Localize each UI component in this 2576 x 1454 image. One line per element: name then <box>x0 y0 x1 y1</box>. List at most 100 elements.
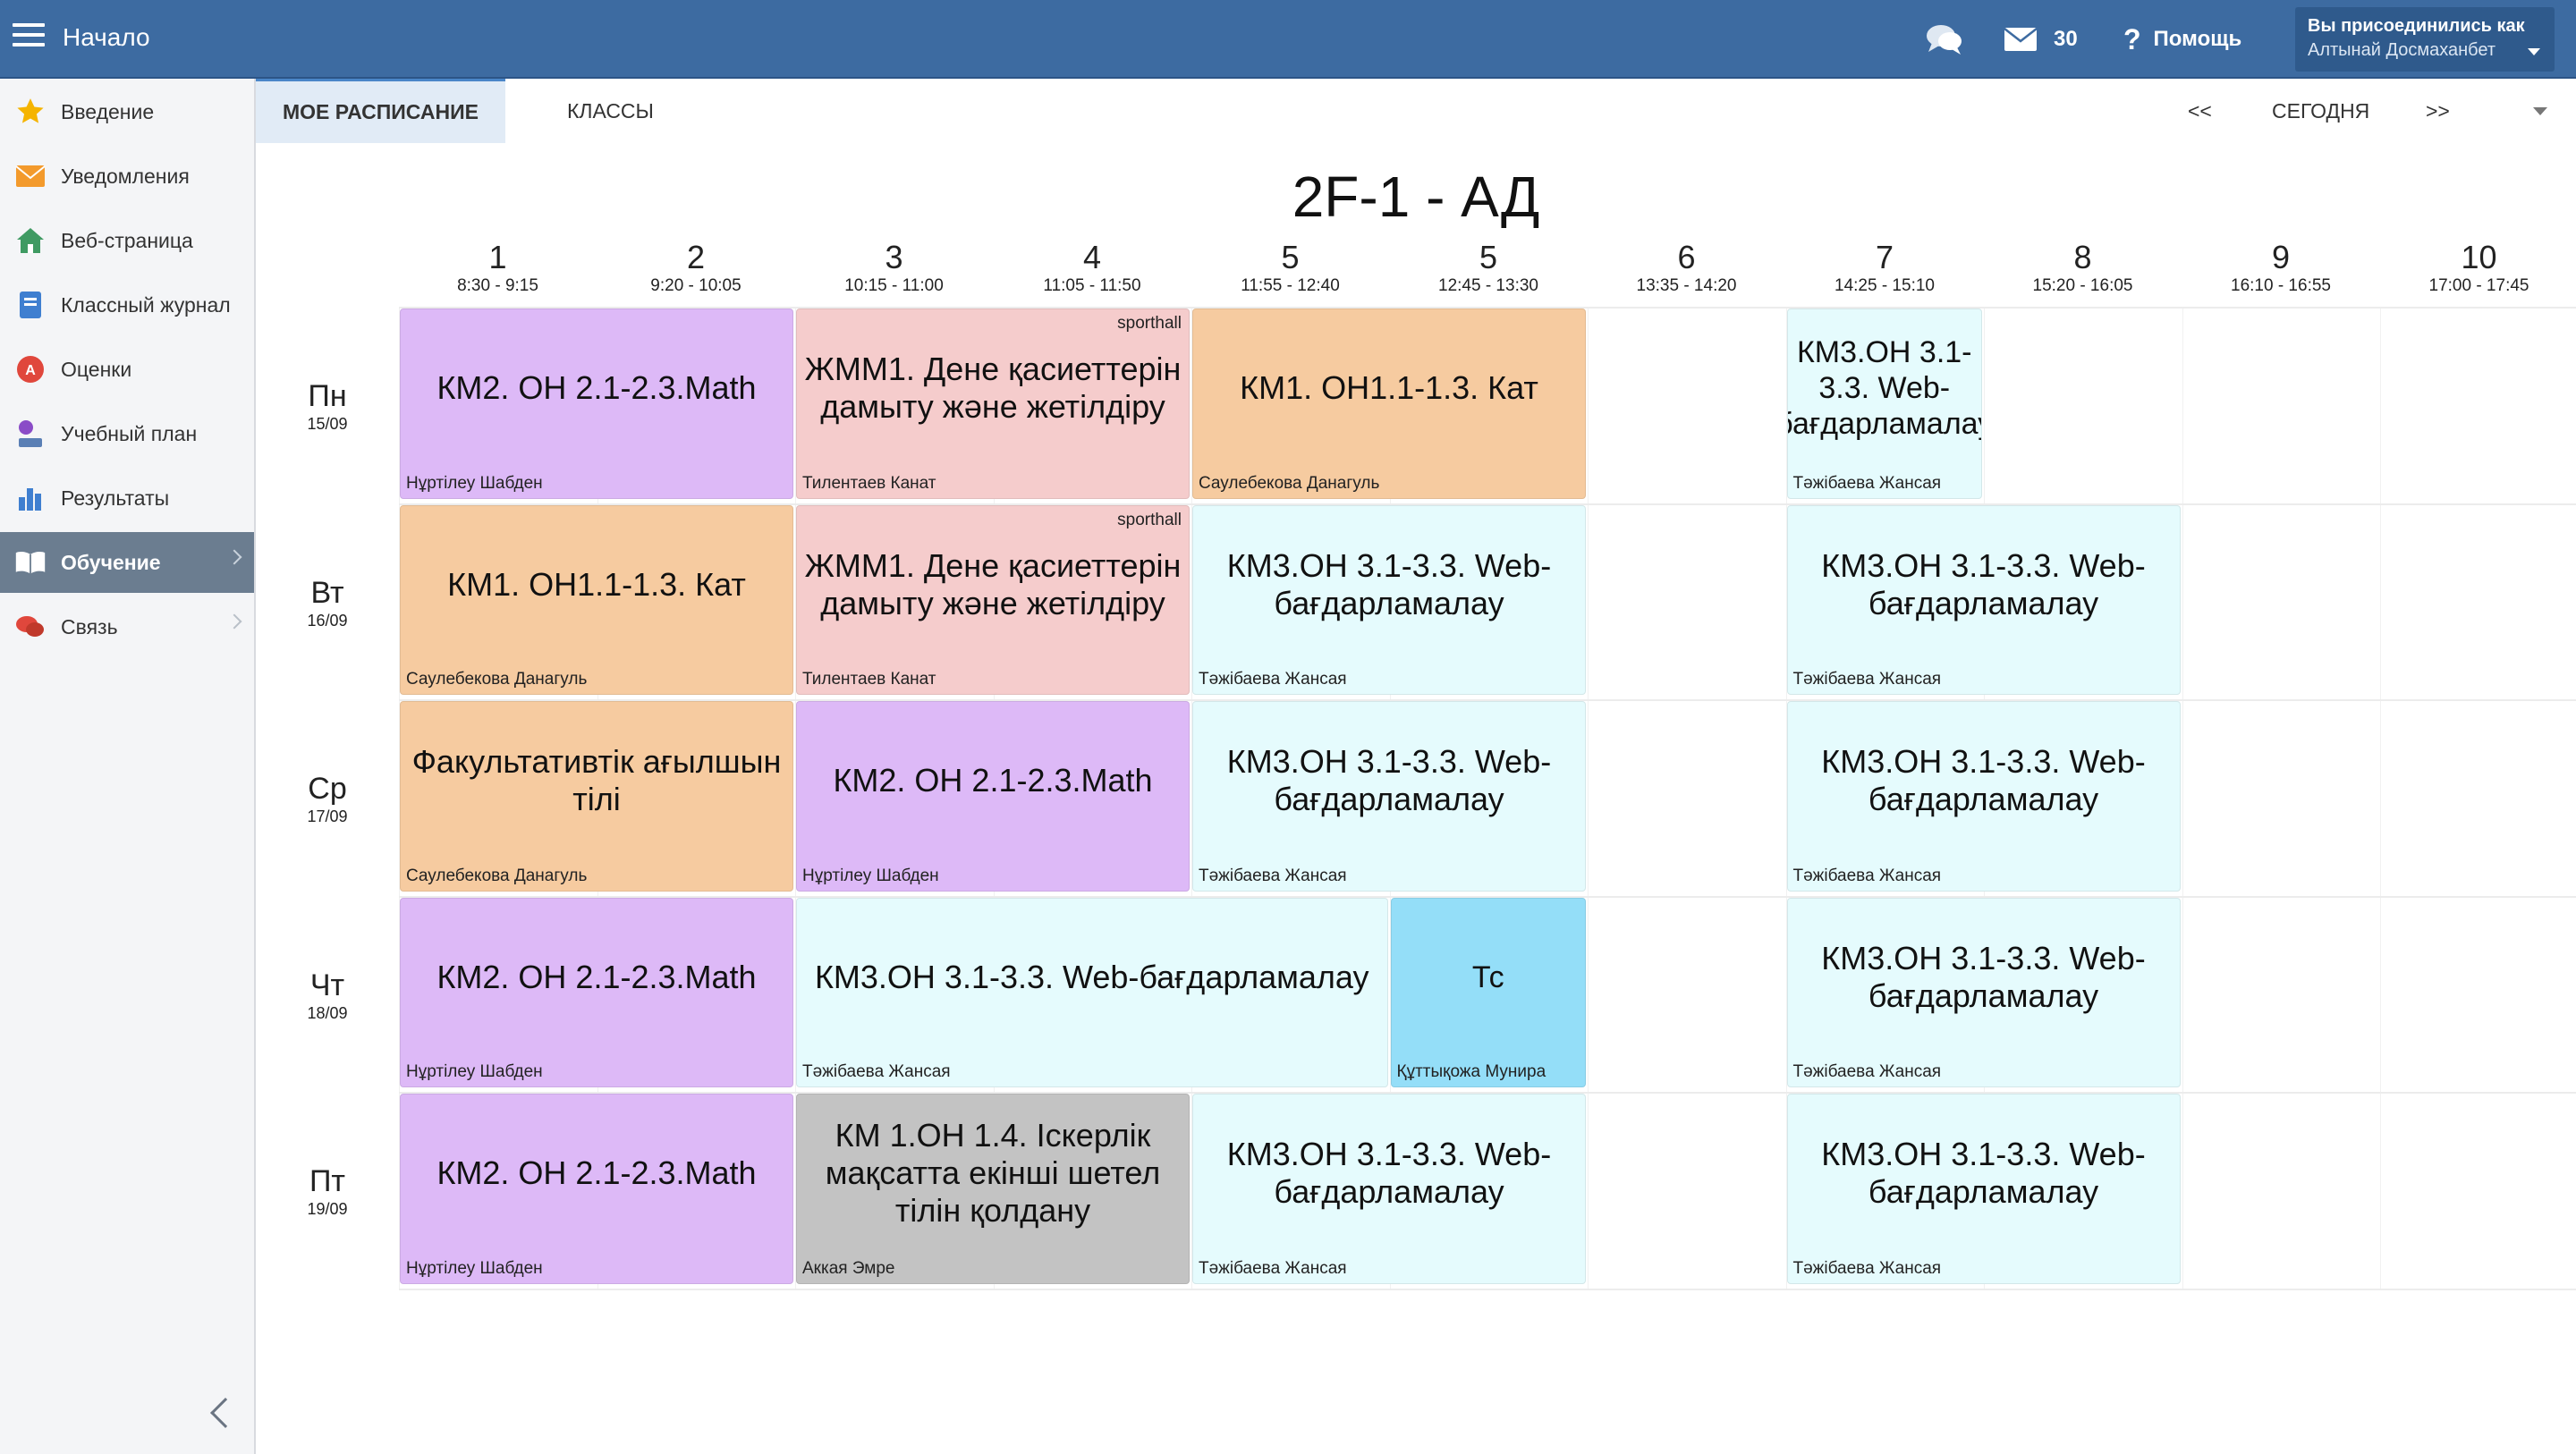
sidebar-item-label: Учебный план <box>61 421 198 445</box>
period-header: 9 16:10 - 16:55 <box>2182 240 2380 297</box>
next-week-button[interactable]: >> <box>2426 79 2450 143</box>
lesson-card[interactable]: КМ3.ОН 3.1-3.3. Web-бағдарламалау Тәжібае… <box>1786 897 2181 1087</box>
today-button[interactable]: СЕГОДНЯ <box>2272 79 2369 143</box>
lesson-teacher: Тилентаев Канат <box>802 473 936 493</box>
sidebar: Введение Уведомления Веб-страница Классн… <box>0 79 256 1454</box>
day-header: Ср 17/09 <box>256 771 399 826</box>
sidebar-item-label: Результаты <box>61 486 170 510</box>
lesson-subject: КМ3.ОН 3.1-3.3. Web-бағдарламалау <box>1821 546 2146 621</box>
tab-classes[interactable]: КЛАССЫ <box>540 79 681 143</box>
lesson-card[interactable]: КМ3.ОН 3.1-3.3. Web-бағдарламалау Тәжібае… <box>1786 1094 2181 1284</box>
lesson-teacher: Тәжібаева Жансая <box>1792 1062 1942 1081</box>
lesson-subject: КМ 1.ОН 1.4. Іскерлік мақсатта екінші ше… <box>825 1117 1161 1230</box>
tab-my-schedule[interactable]: МОЕ РАСПИСАНИЕ <box>256 79 505 143</box>
lesson-card[interactable]: КМ3.ОН 3.1-3.3. Web-бағдарламалау Тәжібае… <box>1786 701 2181 892</box>
day-header: Пт 19/09 <box>256 1163 399 1219</box>
lesson-card[interactable]: КМ2. ОН 2.1-2.3.Math Нұртілеу Шабден <box>400 1094 793 1284</box>
lesson-card[interactable]: ЖММ1. Дене қасиеттерін дамыту және жетіл… <box>796 504 1190 695</box>
lesson-card[interactable]: КМ 1.ОН 1.4. Іскерлік мақсатта екінші ше… <box>796 1094 1190 1284</box>
sidebar-item-grades[interactable]: A Оценки <box>0 339 254 400</box>
lesson-subject: КМ1. ОН1.1-1.3. Кат <box>447 565 746 603</box>
period-time: 15:20 - 16:05 <box>2032 276 2133 295</box>
lesson-card[interactable]: Тс Құттықожа Мунира <box>1390 897 1586 1087</box>
lesson-card[interactable]: КМ3.ОН 3.1-3.3. Web-бағдарламалау Тәжібае… <box>1192 1094 1586 1284</box>
sidebar-item-communication[interactable]: Связь <box>0 596 254 657</box>
options-dropdown-icon[interactable] <box>2533 107 2547 115</box>
lesson-room: sporthall <box>1117 314 1182 333</box>
top-bar: Начало 30 ? Помощь Вы присоединились как… <box>0 0 2576 79</box>
lesson-card[interactable]: Факультативтік ағылшын тілі Саулебекова Д… <box>400 701 793 892</box>
period-time: 14:25 - 15:10 <box>1835 276 1935 295</box>
lesson-subject: КМ3.ОН 3.1-3.3. Web-бағдарламалау <box>1787 335 1982 442</box>
period-header: 6 13:35 - 14:20 <box>1588 240 1785 297</box>
period-header: 4 11:05 - 11:50 <box>994 240 1191 297</box>
lesson-card[interactable]: КМ3.ОН 3.1-3.3. Web-бағдарламалау Тәжібае… <box>1192 701 1586 892</box>
sidebar-item-results[interactable]: Результаты <box>0 468 254 528</box>
period-header: 5 11:55 - 12:40 <box>1191 240 1389 297</box>
sidebar-item-curriculum[interactable]: Учебный план <box>0 403 254 464</box>
lesson-card[interactable]: КМ3.ОН 3.1-3.3. Web-бағдарламалау Тәжібае… <box>1786 504 2181 695</box>
lesson-subject: Факультативтік ағылшын тілі <box>411 743 782 818</box>
lesson-card[interactable]: КМ3.ОН 3.1-3.3. Web-бағдарламалау Тәжібае… <box>1786 309 1982 499</box>
user-role-label: Вы присоединились как <box>2308 16 2525 36</box>
sidebar-item-learning[interactable]: Обучение <box>0 532 254 593</box>
sidebar-item-label: Уведомления <box>61 164 190 188</box>
period-time: 11:55 - 12:40 <box>1241 276 1340 295</box>
day-name: Пн <box>308 379 347 413</box>
house-icon <box>14 224 47 257</box>
period-number: 2 <box>686 239 706 275</box>
collapse-sidebar-icon[interactable] <box>210 1398 241 1428</box>
period-number: 10 <box>2461 239 2497 275</box>
lesson-card[interactable]: КМ1. ОН1.1-1.3. Кат Саулебекова Данагуль <box>1192 309 1586 499</box>
day-name: Пт <box>309 1164 345 1198</box>
previous-week-button[interactable]: << <box>2188 79 2212 143</box>
lesson-teacher: Тәжібаева Жансая <box>1792 670 1942 689</box>
sidebar-item-notifications[interactable]: Уведомления <box>0 146 254 207</box>
lesson-teacher: Аккая Эмре <box>802 1258 895 1278</box>
lesson-teacher: Тәжібаева Жансая <box>1792 1258 1942 1278</box>
user-name: Алтынай Досмаханбет <box>2308 40 2496 60</box>
period-number: 8 <box>2073 239 2092 275</box>
lesson-subject: КМ3.ОН 3.1-3.3. Web-бағдарламалау <box>1821 1136 2146 1211</box>
day-header: Чт 18/09 <box>256 968 399 1023</box>
sidebar-item-webpage[interactable]: Веб-страница <box>0 210 254 271</box>
column-divider <box>2182 309 2183 1290</box>
chat-icon[interactable] <box>1925 20 1964 59</box>
lesson-teacher: Нұртілеу Шабден <box>406 1258 543 1278</box>
lesson-teacher: Құттықожа Мунира <box>1396 1062 1546 1081</box>
envelope-icon <box>14 160 47 192</box>
lesson-card[interactable]: КМ3.ОН 3.1-3.3. Web-бағдарламалау Тәжібае… <box>796 897 1388 1087</box>
day-date: 16/09 <box>307 611 348 630</box>
lesson-card[interactable]: ЖММ1. Дене қасиеттерін дамыту және жетіл… <box>796 309 1190 499</box>
period-number: 9 <box>2271 239 2291 275</box>
lesson-card[interactable]: КМ2. ОН 2.1-2.3.Math Нұртілеу Шабден <box>400 897 793 1087</box>
period-number: 7 <box>1875 239 1894 275</box>
sidebar-item-class-journal[interactable]: Классный журнал <box>0 275 254 335</box>
lesson-teacher: Саулебекова Данагуль <box>406 670 588 689</box>
lesson-card[interactable]: КМ1. ОН1.1-1.3. Кат Саулебекова Данагуль <box>400 504 793 695</box>
period-time: 10:15 - 11:00 <box>844 276 944 295</box>
period-header: 10 17:00 - 17:45 <box>2380 240 2576 297</box>
period-time: 12:45 - 13:30 <box>1438 276 1538 295</box>
lesson-subject: КМ2. ОН 2.1-2.3.Math <box>833 762 1153 799</box>
lesson-card[interactable]: КМ2. ОН 2.1-2.3.Math Нұртілеу Шабден <box>796 701 1190 892</box>
period-header: 8 15:20 - 16:05 <box>1984 240 2182 297</box>
star-icon <box>14 96 47 128</box>
lesson-card[interactable]: КМ3.ОН 3.1-3.3. Web-бағдарламалау Тәжібае… <box>1192 504 1586 695</box>
home-link[interactable]: Начало <box>63 20 150 55</box>
day-header: Пн 15/09 <box>256 378 399 434</box>
question-mark-icon: ? <box>2123 22 2141 55</box>
lesson-subject: КМ2. ОН 2.1-2.3.Math <box>436 1154 757 1192</box>
lesson-card[interactable]: КМ2. ОН 2.1-2.3.Math Нұртілеу Шабден <box>400 309 793 499</box>
lesson-subject: КМ3.ОН 3.1-3.3. Web-бағдарламалау <box>814 958 1369 995</box>
help-button[interactable]: ? Помощь <box>2123 20 2241 59</box>
period-header: 7 14:25 - 15:10 <box>1786 240 1984 297</box>
help-label: Помощь <box>2153 27 2242 51</box>
period-time: 17:00 - 17:45 <box>2428 276 2529 295</box>
period-time: 16:10 - 16:55 <box>2231 276 2331 295</box>
user-menu[interactable]: Вы присоединились как Алтынай Досмаханбе… <box>2295 7 2555 72</box>
hamburger-menu-icon[interactable] <box>13 23 45 52</box>
sidebar-item-intro[interactable]: Введение <box>0 81 254 142</box>
lesson-teacher: Тәжібаева Жансая <box>1199 1258 1347 1278</box>
mail-button[interactable]: 30 <box>2004 20 2078 59</box>
